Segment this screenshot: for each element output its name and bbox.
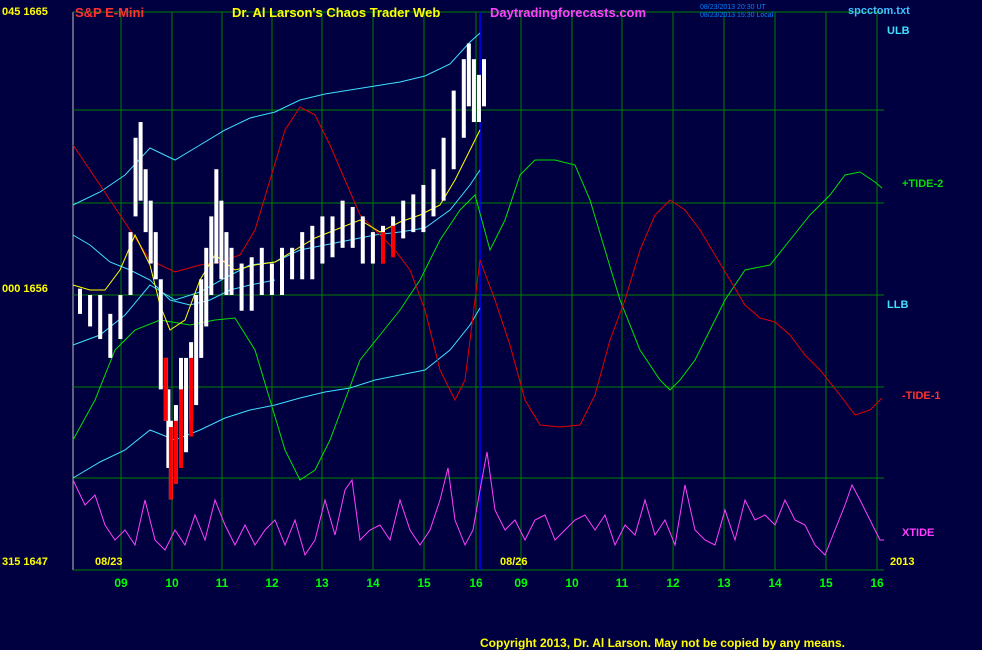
x-tick-label: 13 [717,576,731,590]
price-bar [421,184,426,233]
price-bar [108,313,113,358]
x-tick-label: 16 [469,576,483,590]
site-link[interactable]: Daytradingforecasts.com [490,5,646,20]
price-bar [148,200,153,264]
chart-title: Dr. Al Larson's Chaos Trader Web [232,5,441,20]
series-layer [72,32,884,557]
price-bar [466,43,471,107]
price-bar-down [381,232,385,264]
price-bar [290,247,295,280]
date-label-left: 08/23 [95,556,123,568]
x-tick-label: 14 [768,576,782,590]
price-bar [128,232,133,295]
x-tick-label: 16 [870,576,884,590]
price-bar [300,232,305,280]
price-bar [214,169,219,264]
price-bar-down [179,389,183,468]
price-bar [259,247,264,295]
price-bar [340,200,345,248]
x-tick-label: 13 [315,576,329,590]
price-bar [350,206,355,248]
x-tick-label: 11 [215,576,229,590]
price-bar [229,247,234,295]
price-bar [360,216,365,264]
x-tick-label: 15 [417,576,431,590]
ulb-label: ULB [887,25,910,37]
price-bar [118,295,123,340]
price-bar-down [173,420,178,484]
price-bar [239,263,244,311]
price-bar [209,216,214,295]
tide2-label: +TIDE-2 [902,178,944,190]
y-label-mid: 000 1656 [2,283,48,295]
price-bar [482,59,486,107]
x-tick-label: 12 [265,576,279,590]
time-local-label: 08/23/2013 15:30 Local [700,12,774,19]
year-label: 2013 [890,556,915,568]
price-bar [98,295,103,340]
tide1-label: -TIDE-1 [902,390,941,402]
price-bar [441,137,446,201]
file-label: spcctom.txt [848,5,910,17]
price-bar [153,232,158,280]
x-tick-label: 09 [514,576,528,590]
price-bar [194,295,199,406]
price-bar [320,216,325,264]
price-bar [249,257,254,311]
x-tick-label: 09 [114,576,128,590]
price-bar [88,295,93,327]
price-bar [310,225,315,280]
price-bar [158,279,163,390]
x-tick-label: 11 [615,576,629,590]
price-bar [204,247,209,327]
price-bar [411,194,416,233]
price-bar [401,200,406,239]
price-bar [269,263,274,295]
copyright-text: Copyright 2013, Dr. Al Larson. May not b… [480,636,845,650]
price-bar [370,232,375,264]
x-tick-label: 10 [165,576,179,590]
price-bar [330,216,335,258]
x-tick-label: 15 [819,576,833,590]
date-label-mid: 08/26 [500,556,528,568]
xtide-line [72,451,884,557]
x-tick-label: 12 [666,576,680,590]
price-bar-down [189,357,194,437]
price-bar [431,169,436,217]
price-bar-down [163,357,168,421]
price-bar [451,90,456,170]
price-bar [199,279,204,358]
price-bar [471,59,476,123]
y-label-bottom: 315 1647 [2,556,48,568]
x-tick-label: 10 [565,576,579,590]
price-bar-down [391,225,396,258]
x-tick-label: 14 [366,576,380,590]
price-bar [78,288,82,314]
chart-canvas [72,11,884,571]
price-bar [133,137,138,217]
price-bar [461,59,466,138]
llb-label: LLB [887,299,909,311]
price-bar [224,232,229,295]
symbol-label: S&P E-Mini [75,5,145,20]
time-ut-label: 08/23/2013 20:30 UT [700,4,766,11]
band-llb-line [72,307,481,479]
price-bar-down [168,427,173,500]
price-bar [280,247,284,295]
price-bar [184,357,189,453]
price-bar [219,200,224,280]
price-bar [143,169,148,233]
price-bar [138,122,143,201]
y-label-top: 045 1665 [2,6,48,18]
xtide-label: XTIDE [902,527,935,539]
price-bar [476,74,481,123]
